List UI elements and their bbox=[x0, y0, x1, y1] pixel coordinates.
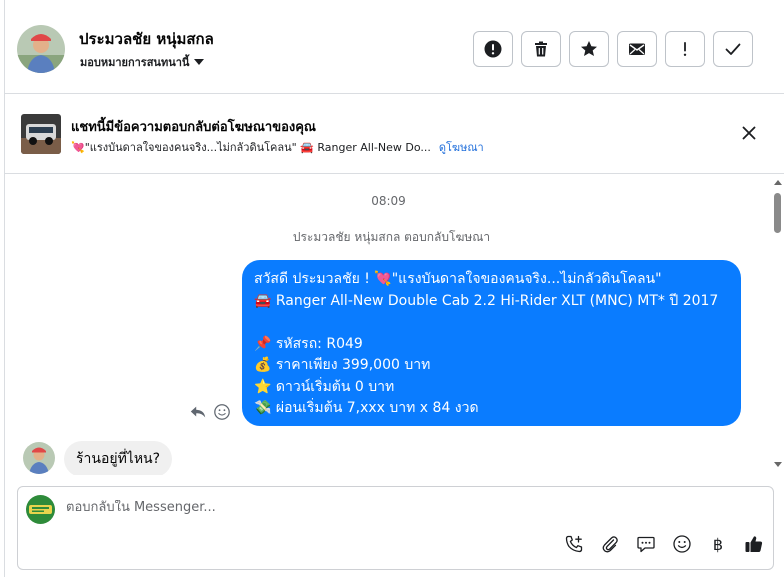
message-composer: ฿ bbox=[17, 486, 774, 570]
ad-thumbnail[interactable] bbox=[21, 114, 61, 154]
delete-button[interactable] bbox=[521, 31, 561, 67]
reply-button[interactable] bbox=[189, 403, 207, 425]
conversation-header: ประมวลชัย หนุ่มสกล มอบหมายการสนทนานี้ bbox=[5, 0, 784, 94]
contact-avatar[interactable] bbox=[17, 25, 65, 73]
saved-reply-icon bbox=[637, 536, 655, 553]
thumbs-up-icon bbox=[745, 536, 763, 552]
paperclip-icon bbox=[602, 536, 618, 553]
ad-reply-note: ประมวลชัย หนุ่มสกล ตอบกลับโฆษณา bbox=[292, 230, 491, 244]
emoji-button[interactable] bbox=[671, 533, 693, 555]
payment-button[interactable]: ฿ bbox=[707, 533, 729, 555]
like-button[interactable] bbox=[743, 533, 765, 555]
close-banner-button[interactable] bbox=[739, 123, 759, 143]
assign-conversation-dropdown[interactable]: มอบหมายการสนทนานี้ bbox=[80, 53, 205, 71]
header-toolbar bbox=[473, 31, 753, 67]
page-avatar bbox=[26, 495, 55, 524]
view-ad-link[interactable]: ดูโฆษณา bbox=[439, 141, 484, 154]
follow-up-button[interactable] bbox=[665, 31, 705, 67]
mark-done-button[interactable] bbox=[713, 31, 753, 67]
envelope-icon bbox=[629, 43, 645, 55]
smiley-icon bbox=[214, 404, 230, 420]
star-button[interactable] bbox=[569, 31, 609, 67]
reply-icon bbox=[190, 406, 206, 418]
ad-banner-subtitle: 💘"แรงบันดาลใจของคนจริง...ไม่กลัวดินโคลน"… bbox=[71, 138, 511, 156]
message-timestamp: 08:09 bbox=[371, 194, 406, 208]
thread-scrollbar[interactable] bbox=[772, 175, 784, 475]
outgoing-message-bubble[interactable]: สวัสดี ประมวลชัย ! 💘"แรงบันดาลใจของคนจริ… bbox=[242, 260, 741, 426]
call-button[interactable] bbox=[563, 533, 585, 555]
reply-input[interactable] bbox=[66, 500, 666, 515]
mark-unread-button[interactable] bbox=[617, 31, 657, 67]
scroll-up-arrow-icon[interactable] bbox=[774, 180, 782, 185]
saved-replies-button[interactable] bbox=[635, 533, 657, 555]
message-line: 💸 ผ่อนเริ่มต้น 7,xxx บาท x 84 งวด bbox=[254, 400, 479, 416]
message-line: สวัสดี ประมวลชัย ! 💘"แรงบันดาลใจของคนจริ… bbox=[254, 271, 662, 287]
exclamation-icon bbox=[683, 42, 687, 56]
ad-headline: 💘"แรงบันดาลใจของคนจริง...ไม่กลัวดินโคลน"… bbox=[71, 141, 431, 154]
composer-toolbar: ฿ bbox=[563, 533, 765, 555]
react-button[interactable] bbox=[213, 403, 231, 425]
ad-reply-banner: แชทนี้มีข้อความตอบกลับต่อโฆษณาของคุณ 💘"แ… bbox=[5, 95, 784, 174]
message-line: 💰 ราคาเพียง 399,000 บาท bbox=[254, 357, 431, 373]
message-actions bbox=[189, 403, 231, 425]
emoji-icon bbox=[673, 535, 691, 553]
check-icon bbox=[725, 43, 741, 55]
message-line: 📌 รหัสรถ: R049 bbox=[254, 335, 363, 352]
assign-label: มอบหมายการสนทนานี้ bbox=[80, 56, 190, 69]
incoming-message-bubble[interactable]: ร้านอยู่ที่ไหน? bbox=[64, 441, 173, 475]
trash-icon bbox=[535, 41, 547, 57]
contact-name[interactable]: ประมวลชัย หนุ่มสกล bbox=[79, 27, 214, 51]
contact-avatar-small[interactable] bbox=[23, 442, 55, 474]
ad-banner-title: แชทนี้มีข้อความตอบกลับต่อโฆษณาของคุณ bbox=[71, 120, 316, 135]
message-line: ⭐ ดาวน์เริ่มต้น 0 บาท bbox=[254, 378, 395, 395]
phone-plus-icon bbox=[565, 535, 583, 553]
report-icon bbox=[484, 40, 502, 58]
scroll-down-arrow-icon[interactable] bbox=[774, 462, 782, 467]
report-button[interactable] bbox=[473, 31, 513, 67]
message-line: 🚘 Ranger All-New Double Cab 2.2 Hi-Rider… bbox=[254, 292, 719, 309]
close-icon bbox=[742, 126, 756, 140]
star-icon bbox=[581, 41, 597, 56]
scrollbar-thumb[interactable] bbox=[774, 193, 781, 233]
caret-down-icon bbox=[194, 59, 205, 65]
message-thread[interactable]: 08:09 ประมวลชัย หนุ่มสกล ตอบกลับโฆษณา สว… bbox=[5, 175, 772, 475]
attach-button[interactable] bbox=[599, 533, 621, 555]
